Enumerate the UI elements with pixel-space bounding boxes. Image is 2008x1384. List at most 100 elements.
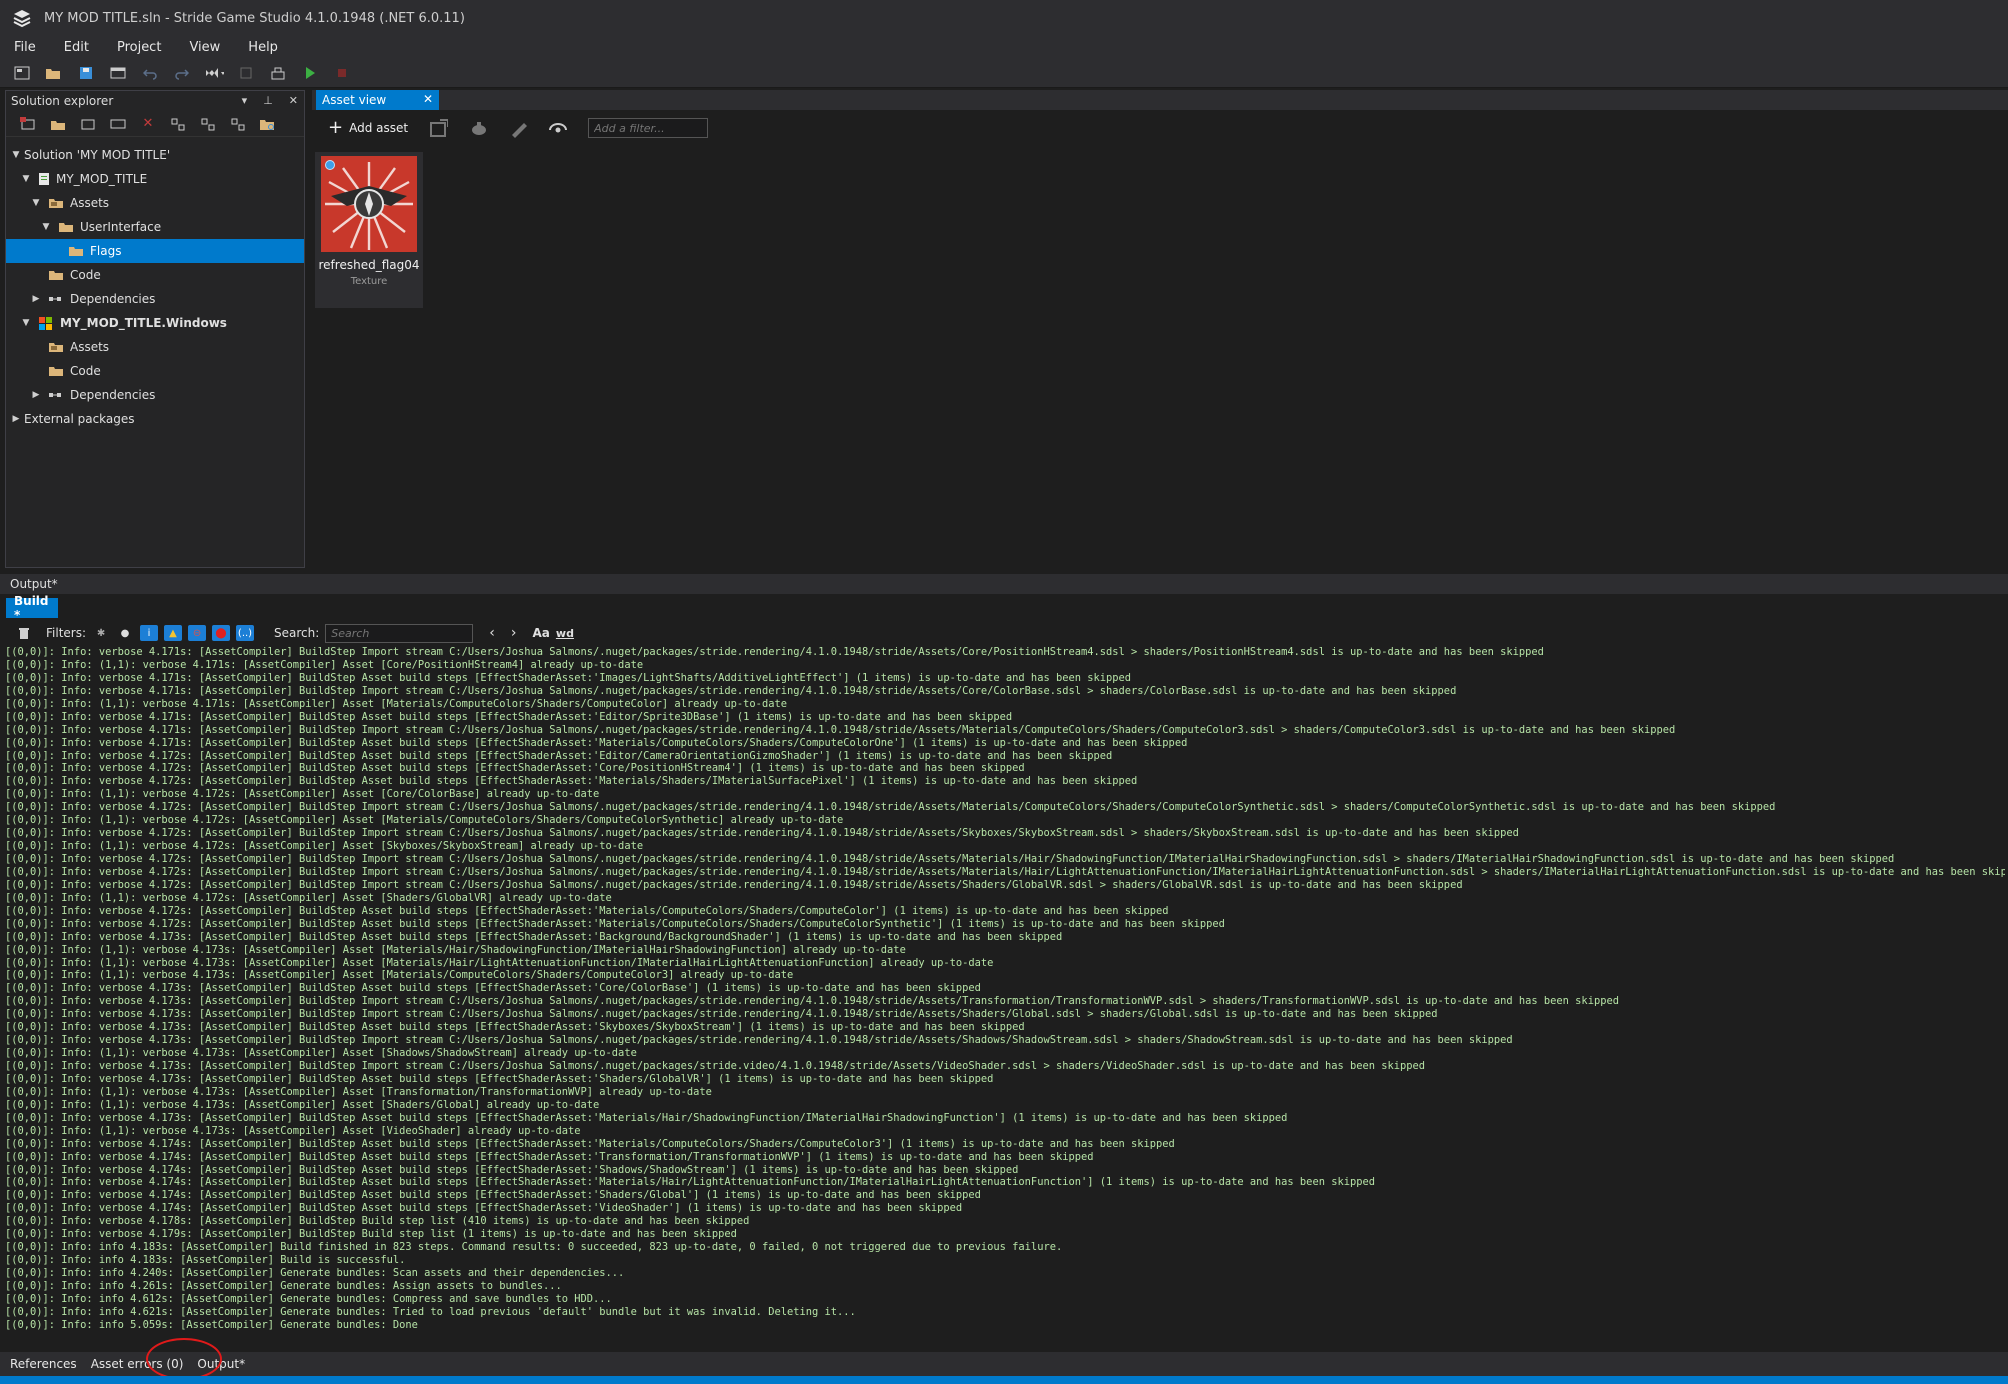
window-title: MY MOD TITLE.sln - Stride Game Studio 4.… bbox=[44, 10, 465, 26]
log-line: [(0,0)]: Info: verbose 4.171s: [AssetCom… bbox=[5, 710, 1013, 723]
fatal-filter-icon[interactable]: ⬤ bbox=[212, 625, 231, 641]
log-line: [(0,0)]: Info: (1,1): verbose 4.173s: [A… bbox=[5, 1085, 712, 1098]
info-filter-icon[interactable]: i bbox=[140, 625, 159, 641]
warning-filter-icon[interactable]: ▲ bbox=[164, 625, 183, 641]
reload-icon[interactable] bbox=[236, 63, 256, 83]
teapot-icon[interactable] bbox=[468, 118, 488, 138]
log-line: [(0,0)]: Info: info 4.183s: [AssetCompil… bbox=[5, 1241, 1063, 1254]
tree-item[interactable]: Code bbox=[6, 359, 304, 383]
solution-explorer-header: Solution explorer ▾ ⊥ ✕ bbox=[6, 91, 304, 111]
menu-edit[interactable]: Edit bbox=[64, 40, 89, 55]
next-match-icon[interactable]: › bbox=[511, 625, 517, 641]
visual-studio-icon[interactable] bbox=[204, 63, 224, 83]
add-asset-button[interactable]: + Add asset bbox=[328, 119, 408, 137]
tab-references[interactable]: References bbox=[10, 1357, 77, 1371]
redo-icon[interactable] bbox=[172, 63, 192, 83]
tree-item[interactable]: ▶ Dependencies bbox=[6, 383, 304, 407]
tab-build[interactable]: Build * bbox=[6, 594, 58, 622]
tree-item-label: MY_MOD_TITLE.Windows bbox=[60, 316, 227, 330]
close-icon[interactable]: ✕ bbox=[423, 92, 433, 106]
collapse-arrow-icon[interactable]: ▼ bbox=[10, 150, 22, 160]
save-icon[interactable] bbox=[76, 63, 96, 83]
log-line: [(0,0)]: Info: info 4.261s: [AssetCompil… bbox=[5, 1279, 562, 1292]
asset-name: refreshed_flag04 bbox=[318, 258, 420, 272]
collapse-arrow-icon[interactable]: ▼ bbox=[30, 198, 42, 208]
log-line: [(0,0)]: Info: verbose 4.173s: [AssetCom… bbox=[5, 930, 1063, 943]
view-icon[interactable] bbox=[548, 118, 568, 138]
assets-folder-icon bbox=[48, 197, 64, 209]
output-log[interactable]: [(0,0)]: Info: verbose 4.171s: [AssetCom… bbox=[5, 646, 2005, 1350]
tab-asset-view[interactable]: Asset view ✕ bbox=[316, 90, 439, 110]
collapse-arrow-icon[interactable]: ▼ bbox=[20, 318, 32, 328]
solution-explorer-toolbar: ✕ bbox=[6, 111, 304, 137]
filters-label: Filters: bbox=[46, 626, 87, 640]
menu-help[interactable]: Help bbox=[248, 40, 278, 55]
asset-view-toolbar: + Add asset bbox=[312, 110, 2008, 146]
collapse-arrow-icon[interactable]: ▼ bbox=[20, 174, 32, 184]
tree-item[interactable]: ▼ Solution 'MY MOD TITLE' bbox=[6, 143, 304, 167]
tree-item-label: Assets bbox=[70, 340, 110, 354]
output-panel-title: Output* bbox=[10, 577, 58, 591]
error-filter-icon[interactable]: ⊖ bbox=[188, 625, 207, 641]
tree-item[interactable]: ▶ Dependencies bbox=[6, 287, 304, 311]
verbose-filter-icon[interactable]: ● bbox=[116, 625, 134, 641]
collapse-icon[interactable] bbox=[198, 114, 218, 134]
window-icon[interactable] bbox=[108, 63, 128, 83]
menu-project[interactable]: Project bbox=[117, 40, 161, 55]
new-item-icon[interactable] bbox=[18, 114, 38, 134]
match-case-toggle[interactable]: Aa bbox=[533, 626, 550, 640]
collapse-arrow-icon[interactable]: ▼ bbox=[40, 222, 52, 232]
tree-item[interactable]: Assets bbox=[6, 335, 304, 359]
delete-icon[interactable]: ✕ bbox=[138, 114, 158, 134]
solution-explorer-panel: Solution explorer ▾ ⊥ ✕ ✕ ▼ Solution 'MY … bbox=[5, 90, 305, 568]
menu-view[interactable]: View bbox=[189, 40, 220, 55]
folder-icon bbox=[58, 221, 74, 233]
log-line: [(0,0)]: Info: verbose 4.172s: [AssetCom… bbox=[5, 827, 1519, 840]
stop-icon[interactable] bbox=[332, 63, 352, 83]
tree-item[interactable]: ▼ MY_MOD_TITLE bbox=[6, 167, 304, 191]
undo-icon[interactable] bbox=[140, 63, 160, 83]
new-project-icon[interactable] bbox=[12, 63, 32, 83]
tree-item[interactable]: Code bbox=[6, 263, 304, 287]
trash-icon[interactable] bbox=[14, 623, 34, 643]
log-line: [(0,0)]: Info: verbose 4.174s: [AssetCom… bbox=[5, 1176, 1375, 1189]
tree-item[interactable]: ▼ MY_MOD_TITLE.Windows bbox=[6, 311, 304, 335]
properties-icon[interactable] bbox=[108, 114, 128, 134]
open-folder-icon[interactable] bbox=[44, 63, 64, 83]
tree-item[interactable]: ▶ External packages bbox=[6, 407, 304, 431]
timestamp-filter-icon[interactable]: (..) bbox=[236, 625, 255, 641]
menu-file[interactable]: File bbox=[14, 40, 36, 55]
import-icon[interactable] bbox=[428, 118, 449, 138]
annotation-circle bbox=[146, 1338, 222, 1380]
play-icon[interactable] bbox=[300, 63, 320, 83]
new-folder-icon[interactable] bbox=[48, 114, 68, 134]
add-asset-label: Add asset bbox=[349, 121, 409, 135]
tree-item[interactable]: ▼ UserInterface bbox=[6, 215, 304, 239]
dependencies-icon bbox=[48, 293, 64, 305]
log-line: [(0,0)]: Info: (1,1): verbose 4.171s: [A… bbox=[5, 697, 787, 710]
hierarchy-icon[interactable] bbox=[228, 114, 248, 134]
log-line: [(0,0)]: Info: verbose 4.174s: [AssetCom… bbox=[5, 1202, 963, 1215]
close-icon[interactable]: ✕ bbox=[289, 94, 298, 107]
tree-item[interactable]: ▼ Assets bbox=[6, 191, 304, 215]
tree-item-label: Dependencies bbox=[70, 292, 156, 306]
pin-icon[interactable]: ⊥ bbox=[263, 94, 273, 107]
output-search-input[interactable] bbox=[325, 623, 474, 643]
log-line: [(0,0)]: Info: verbose 4.178s: [AssetCom… bbox=[5, 1215, 750, 1228]
expand-all-icon[interactable] bbox=[168, 114, 188, 134]
edit-icon[interactable] bbox=[508, 118, 528, 138]
rename-icon[interactable] bbox=[78, 114, 98, 134]
expand-arrow-icon[interactable]: ▶ bbox=[10, 414, 22, 424]
previous-match-icon[interactable]: ‹ bbox=[489, 625, 495, 641]
expand-arrow-icon[interactable]: ▶ bbox=[30, 294, 42, 304]
whole-word-toggle[interactable]: wd bbox=[556, 627, 574, 640]
build-icon[interactable] bbox=[268, 63, 288, 83]
log-line: [(0,0)]: Info: verbose 4.172s: [AssetCom… bbox=[5, 749, 1113, 762]
dropdown-icon[interactable]: ▾ bbox=[242, 94, 248, 107]
expand-arrow-icon[interactable]: ▶ bbox=[30, 390, 42, 400]
debug-filter-icon[interactable]: ✱ bbox=[92, 625, 110, 641]
tree-item[interactable]: Flags bbox=[6, 239, 304, 263]
asset-filter-input[interactable] bbox=[588, 118, 709, 138]
asset-item[interactable]: refreshed_flag04 Texture bbox=[315, 152, 423, 308]
show-in-explorer-icon[interactable] bbox=[258, 114, 278, 134]
